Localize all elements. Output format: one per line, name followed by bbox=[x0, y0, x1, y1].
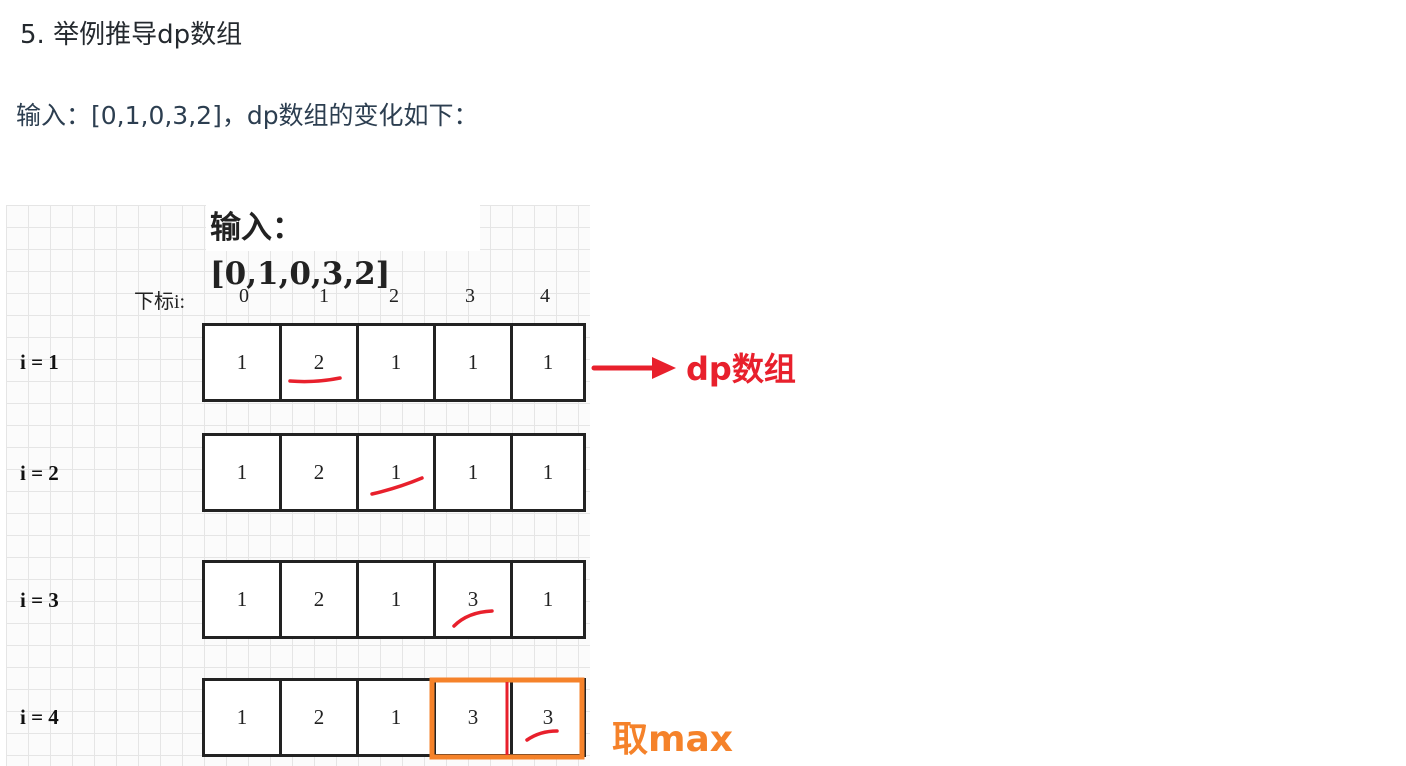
highlight-stroke bbox=[288, 376, 342, 384]
max-label: 取max bbox=[612, 719, 734, 760]
highlight-stroke bbox=[452, 609, 494, 628]
highlight-stroke bbox=[525, 729, 559, 742]
dp-array-label: dp数组 bbox=[686, 350, 796, 388]
highlight-stroke bbox=[370, 476, 424, 496]
arrow-right-icon bbox=[591, 357, 676, 379]
